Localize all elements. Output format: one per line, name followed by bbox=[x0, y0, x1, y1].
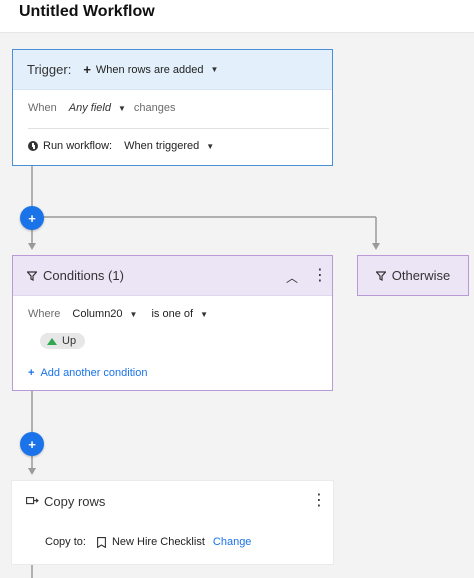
copy-to-label: Copy to: bbox=[45, 536, 86, 548]
change-link[interactable]: Change bbox=[213, 536, 252, 548]
more-vertical-icon[interactable]: ⋮ bbox=[311, 493, 327, 509]
trigger-event-value: When rows are added bbox=[95, 63, 204, 76]
add-condition-label: Add another condition bbox=[40, 367, 148, 379]
column-dropdown[interactable]: Column20 ▼ bbox=[72, 308, 137, 320]
trigger-block[interactable]: Trigger: + When rows are added ▼ When An… bbox=[12, 49, 333, 166]
trigger-field-row: When Any field ▼ changes bbox=[28, 102, 175, 114]
header-bar: Untitled Workflow bbox=[0, 0, 474, 32]
field-value: Any field bbox=[68, 102, 111, 114]
copy-to-row: Copy to: New Hire Checklist Change bbox=[45, 536, 251, 548]
clock-icon bbox=[28, 141, 38, 151]
plus-icon: + bbox=[28, 367, 35, 379]
add-step-button[interactable]: + bbox=[20, 432, 44, 456]
filter-icon bbox=[27, 270, 37, 281]
copy-rows-header: Copy rows ⋮ bbox=[12, 481, 333, 521]
caret-down-icon: ▼ bbox=[117, 103, 126, 113]
value-chip[interactable]: Up bbox=[40, 333, 86, 349]
condition-values: Up bbox=[40, 333, 86, 349]
copy-rows-icon bbox=[26, 496, 39, 506]
otherwise-label: Otherwise bbox=[391, 268, 451, 283]
add-condition-link[interactable]: + Add another condition bbox=[28, 367, 147, 379]
run-workflow-label: Run workflow: bbox=[43, 140, 113, 152]
run-workflow-value: When triggered bbox=[124, 140, 200, 152]
caret-down-icon: ▼ bbox=[206, 141, 215, 151]
caret-down-icon: ▼ bbox=[210, 65, 219, 74]
changes-label: changes bbox=[133, 102, 176, 114]
otherwise-block[interactable]: Otherwise bbox=[357, 255, 469, 296]
chevron-up-icon[interactable]: ︿ bbox=[286, 269, 298, 286]
where-label: Where bbox=[28, 308, 61, 320]
plus-icon: + bbox=[28, 210, 36, 226]
add-step-button[interactable]: + bbox=[20, 206, 44, 230]
copy-rows-title: Copy rows bbox=[44, 493, 106, 509]
trigger-header: Trigger: + When rows are added ▼ bbox=[13, 50, 332, 90]
caret-down-icon: ▼ bbox=[129, 309, 138, 319]
divider bbox=[28, 128, 329, 129]
more-vertical-icon[interactable]: ⋮ bbox=[312, 268, 328, 284]
field-dropdown[interactable]: Any field ▼ bbox=[69, 102, 126, 114]
sheet-icon bbox=[97, 536, 106, 548]
workflow-title[interactable]: Untitled Workflow bbox=[19, 3, 155, 21]
run-workflow-dropdown[interactable]: When triggered ▼ bbox=[124, 140, 214, 152]
copy-rows-block[interactable]: Copy rows ⋮ Copy to: New Hire Checklist … bbox=[12, 481, 333, 564]
triangle-up-icon bbox=[47, 337, 57, 345]
conditions-block[interactable]: Conditions (1) ︿ ⋮ Where Column20 ▼ is o… bbox=[12, 255, 333, 391]
trigger-label: Trigger: bbox=[27, 62, 72, 77]
run-workflow-row: Run workflow: When triggered ▼ bbox=[28, 140, 214, 152]
chip-label: Up bbox=[62, 335, 77, 347]
operator-value: is one of bbox=[151, 308, 194, 320]
conditions-title: Conditions (1) bbox=[43, 268, 124, 283]
filter-icon bbox=[375, 270, 386, 281]
condition-row: Where Column20 ▼ is one of ▼ bbox=[28, 308, 208, 320]
plus-icon: + bbox=[28, 436, 36, 452]
when-label: When bbox=[28, 102, 57, 114]
plus-icon: + bbox=[83, 62, 91, 77]
caret-down-icon: ▼ bbox=[200, 309, 208, 319]
trigger-event-dropdown[interactable]: + When rows are added ▼ bbox=[83, 62, 218, 77]
conditions-header: Conditions (1) ︿ ⋮ bbox=[13, 256, 332, 296]
sheet-name: New Hire Checklist bbox=[111, 536, 205, 548]
operator-dropdown[interactable]: is one of ▼ bbox=[151, 308, 208, 320]
column-value: Column20 bbox=[72, 308, 123, 320]
